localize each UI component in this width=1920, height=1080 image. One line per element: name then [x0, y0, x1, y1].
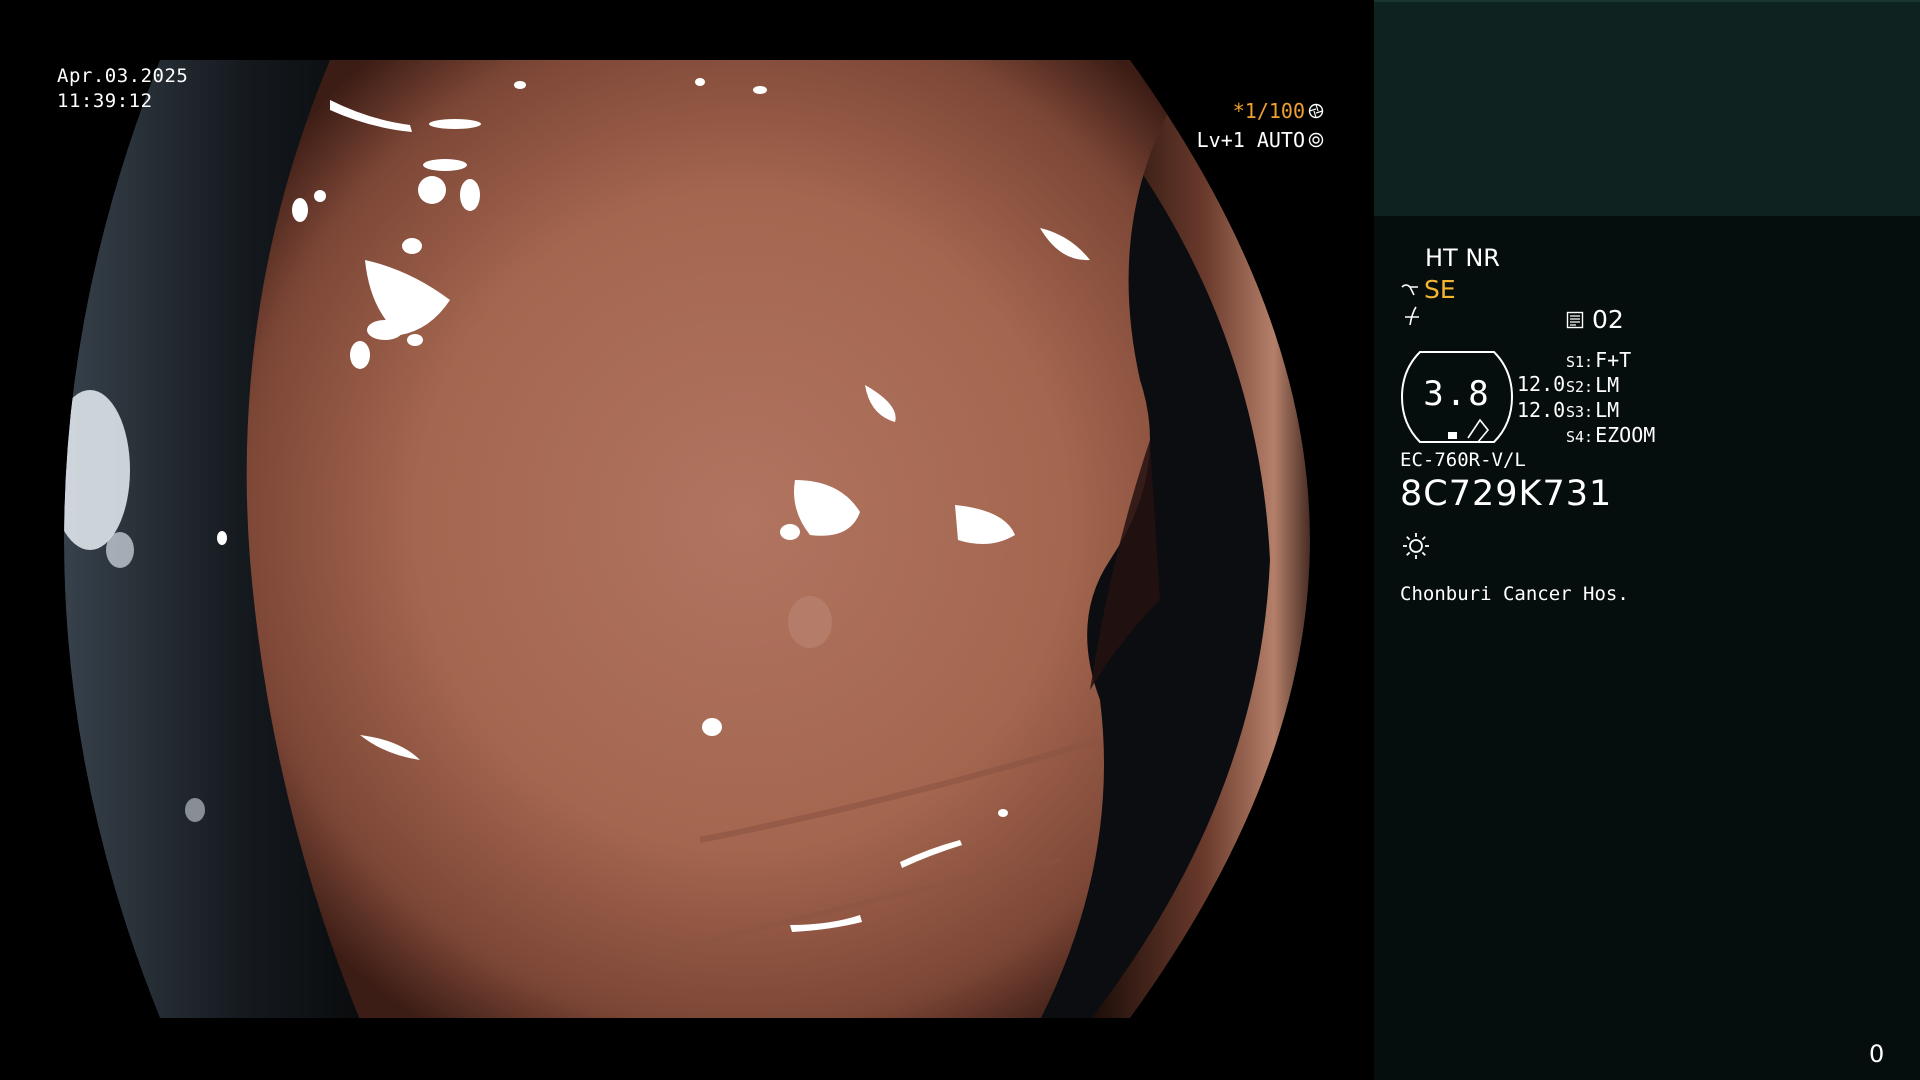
switch-key: S1: [1566, 353, 1594, 371]
endoscope-view: Apr.03.2025 11:39:12 *1/100 Lv+1 AUTO [0, 0, 1374, 1080]
switch-2: S2: LM [1566, 373, 1619, 397]
thumbnail-area [1374, 0, 1920, 216]
level-text: Lv+1 AUTO [1196, 128, 1305, 152]
switch-value: LM [1595, 373, 1620, 397]
switch-key: S2: [1566, 378, 1594, 396]
date-text: Apr.03.2025 [57, 65, 189, 87]
switch-value: LM [1595, 398, 1620, 422]
setting-value-a: 12.0 [1517, 372, 1566, 396]
se-label: SE [1424, 275, 1456, 304]
scope-serial: 8C729K731 [1400, 474, 1613, 514]
record-indicator: 02 [1566, 305, 1624, 334]
switch-value: F+T [1595, 348, 1632, 372]
switch-value: EZOOM [1595, 423, 1656, 447]
switch-3: S3: LM [1566, 398, 1619, 422]
shutter-indicator: *1/100 [1233, 99, 1324, 123]
scope-model: EC-760R-V/L [1400, 449, 1526, 471]
record-value: 02 [1592, 305, 1624, 334]
time-text: 11:39:12 [57, 90, 153, 112]
switch-key: S4: [1566, 428, 1594, 446]
level-indicator: Lv+1 AUTO [1197, 128, 1324, 152]
image-counter: 0 [1869, 1040, 1885, 1068]
endoscopic-image [0, 0, 1374, 1080]
aperture-icon [1308, 103, 1324, 119]
hospital-name: Chonburi Cancer Hos. [1400, 583, 1629, 605]
light-wave-icon [1401, 283, 1418, 295]
switch-4: S4: EZOOM [1566, 423, 1655, 447]
ht-nr-label: HT NR [1425, 244, 1500, 272]
setting-value-b: 12.0 [1517, 398, 1566, 422]
iris-icon [1308, 132, 1324, 148]
switch-key: S3: [1566, 403, 1594, 421]
shutter-text: *1/100 [1232, 99, 1305, 123]
switch-1: S1: F+T [1566, 348, 1631, 372]
octagon-value: 3.8 [1423, 374, 1491, 414]
se-indicator: SE [1400, 275, 1456, 304]
datetime-stamp: Apr.03.2025 11:39:12 [57, 64, 188, 114]
book-icon [1566, 311, 1584, 328]
fiber-icon [1402, 305, 1422, 333]
brightness-icon [1403, 533, 1429, 559]
